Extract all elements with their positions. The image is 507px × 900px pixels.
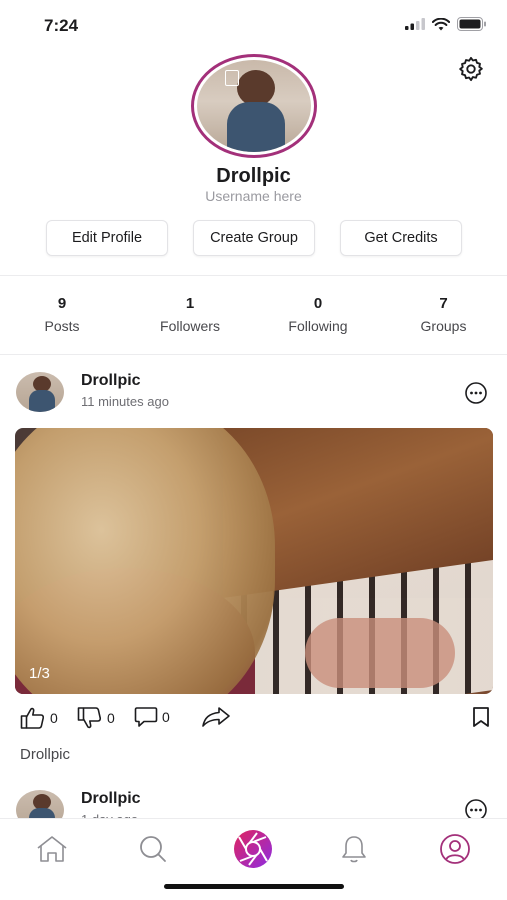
get-credits-button[interactable]: Get Credits bbox=[340, 220, 462, 256]
create-group-button[interactable]: Create Group bbox=[193, 220, 315, 256]
dislike-count: 0 bbox=[107, 710, 115, 726]
stat-label: Groups bbox=[420, 318, 467, 334]
profile-stats: 9 Posts 1 Followers 0 Following 7 Groups bbox=[0, 295, 507, 334]
tab-camera[interactable] bbox=[233, 830, 273, 868]
post-author-name[interactable]: Drollpic bbox=[81, 372, 141, 390]
home-icon bbox=[37, 836, 67, 862]
thumbs-up-icon bbox=[20, 707, 45, 729]
profile-avatar[interactable] bbox=[191, 54, 317, 158]
post-timestamp: 11 minutes ago bbox=[81, 394, 169, 409]
profile-name: Drollpic bbox=[216, 165, 291, 187]
post-author-avatar[interactable] bbox=[16, 372, 64, 412]
divider bbox=[0, 354, 507, 355]
share-arrow-icon bbox=[202, 707, 230, 727]
edit-profile-button[interactable]: Edit Profile bbox=[46, 220, 168, 256]
image-badge-icon bbox=[225, 70, 239, 86]
signal-icon bbox=[405, 18, 425, 30]
thumbs-down-icon bbox=[77, 707, 102, 729]
post-author-name[interactable]: Drollpic bbox=[81, 790, 141, 808]
stat-followers[interactable]: 1 Followers bbox=[124, 295, 256, 334]
tab-notifications[interactable] bbox=[334, 831, 374, 867]
stat-groups[interactable]: 7 Groups bbox=[380, 295, 507, 334]
stat-value: 9 bbox=[57, 295, 67, 312]
home-indicator[interactable] bbox=[164, 884, 344, 889]
camera-aperture-icon bbox=[234, 830, 272, 868]
battery-icon bbox=[457, 17, 486, 31]
stat-value: 7 bbox=[439, 295, 448, 312]
bookmark-button[interactable] bbox=[472, 706, 490, 728]
post-media-carousel[interactable]: 1/3 bbox=[15, 428, 493, 694]
like-count: 0 bbox=[50, 710, 58, 726]
stat-value: 1 bbox=[185, 295, 195, 312]
tab-search[interactable] bbox=[133, 831, 173, 867]
stat-label: Following bbox=[288, 318, 348, 334]
bookmark-icon bbox=[473, 707, 489, 727]
stat-label: Followers bbox=[160, 318, 220, 334]
search-icon bbox=[140, 836, 166, 862]
divider bbox=[0, 275, 507, 276]
comment-button[interactable]: 0 bbox=[134, 706, 170, 728]
media-page-counter: 1/3 bbox=[29, 665, 50, 682]
stat-label: Posts bbox=[44, 318, 80, 334]
wifi-icon bbox=[432, 17, 450, 30]
post-actions: 0 0 0 bbox=[20, 706, 490, 732]
comment-count: 0 bbox=[162, 709, 170, 725]
status-time: 7:24 bbox=[44, 16, 79, 35]
avatar-photo bbox=[197, 60, 311, 152]
like-button[interactable]: 0 bbox=[20, 706, 58, 730]
status-icons bbox=[405, 17, 487, 31]
stat-posts[interactable]: 9 Posts bbox=[0, 295, 124, 334]
stat-following[interactable]: 0 Following bbox=[256, 295, 380, 334]
status-bar: 7:24 bbox=[0, 0, 507, 48]
bell-icon bbox=[342, 836, 366, 863]
tab-profile[interactable] bbox=[435, 831, 475, 867]
post-caption: Drollpic bbox=[20, 746, 71, 763]
stat-value: 0 bbox=[313, 295, 323, 312]
more-options-icon[interactable] bbox=[464, 381, 488, 405]
dislike-button[interactable]: 0 bbox=[77, 706, 115, 730]
share-button[interactable] bbox=[201, 706, 231, 728]
comment-icon bbox=[134, 707, 158, 727]
settings-gear-icon[interactable] bbox=[457, 55, 485, 83]
profile-icon bbox=[440, 834, 470, 864]
profile-username: Username here bbox=[205, 188, 302, 204]
tab-home[interactable] bbox=[32, 831, 72, 867]
